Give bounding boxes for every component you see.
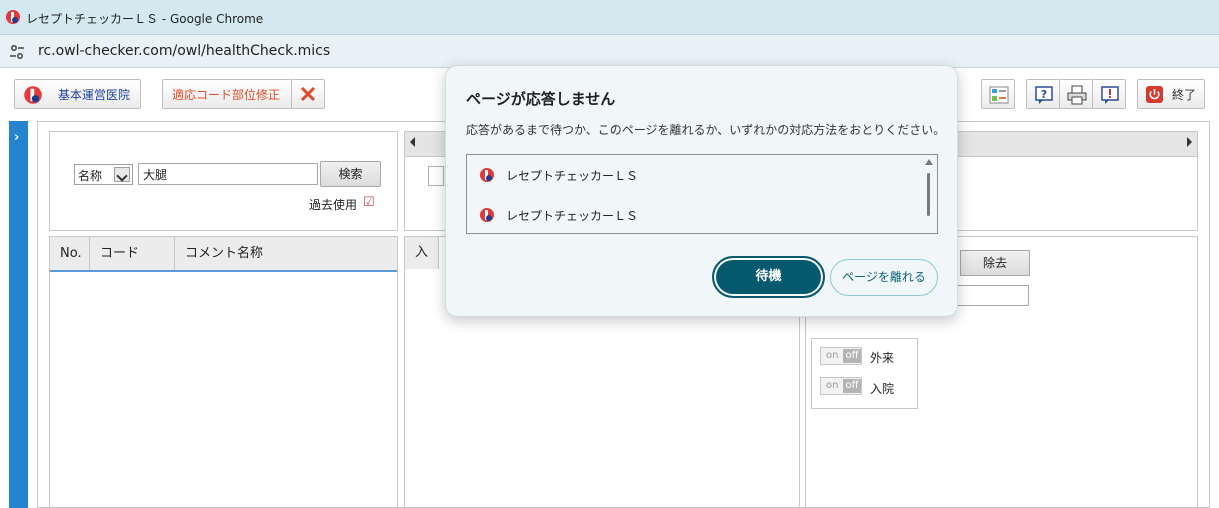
window-title: レセプトチェッカーＬＳ - Google Chrome [26,12,264,26]
close-icon [300,86,316,106]
url-text[interactable]: rc.owl-checker.com/owl/healthCheck.mics [38,43,330,59]
page-name: レセプトチェッカーＬＳ [506,169,639,183]
page-name: レセプトチェッカーＬＳ [506,209,639,223]
vertical-scrollbar[interactable] [923,157,935,231]
app-logo-icon [479,167,495,187]
chevron-down-icon [114,167,130,182]
dialog-title: ページが応答しません [466,90,616,108]
toggle-off-text: off [843,349,861,363]
column-header-comment-name[interactable]: コメント名称 [175,237,397,270]
power-icon [1146,86,1163,107]
browser-title-bar: レセプトチェッカーＬＳ - Google Chrome [0,0,1219,35]
past-use-checkbox[interactable]: 過去使用 ☑ [309,195,375,213]
wait-button[interactable]: 待機 [712,256,825,298]
outpatient-toggle[interactable]: on off [820,347,862,365]
middle-header-cell: 入 [405,237,439,269]
printer-icon [1067,85,1087,109]
column-header-no[interactable]: No. [50,237,90,270]
middle-input[interactable] [428,166,444,186]
app-logo-icon [479,207,495,227]
remove-button[interactable]: 除去 [960,250,1030,276]
toggle-on-text: on [826,350,839,361]
search-input[interactable] [138,163,318,185]
search-field-select[interactable]: 名称 [74,164,133,185]
clear-button[interactable] [291,79,325,109]
right-input[interactable] [955,285,1029,306]
unresponsive-pages-list: レセプトチェッカーＬＳ レセプトチェッカーＬＳ [466,154,938,234]
dialog-message: 応答があるまで待つか、このページを離れるか、いずれかの対応方法をおとりください。 [466,123,946,137]
inpatient-label: 入院 [870,382,895,396]
print-button[interactable] [1059,79,1093,109]
scroll-thumb[interactable] [927,173,930,216]
inpatient-toggle[interactable]: on off [820,377,862,395]
search-field-value: 名称 [78,169,103,183]
fix-code-label: 適応コード部位修正 [172,88,281,102]
exit-button[interactable]: 終了 [1137,79,1205,109]
scroll-up-icon[interactable] [925,159,933,165]
help-button[interactable]: ? [1026,79,1060,109]
toggle-off-text: off [843,379,861,393]
comment-table: No. コード コメント名称 [49,236,398,508]
past-use-label: 過去使用 [309,198,358,212]
toggle-group: on off 外来 on off 入院 [811,338,918,409]
outpatient-label: 外来 [870,351,895,365]
id-card-icon [989,85,1009,109]
search-button[interactable]: 検索 [320,161,381,187]
patient-card-button[interactable] [981,79,1015,109]
alert-button[interactable] [1092,79,1126,109]
checkmark-icon: ☑ [363,195,375,210]
chevron-right-icon: › [14,130,20,145]
clinic-logo-icon [23,85,43,109]
fix-code-button[interactable]: 適応コード部位修正 [162,79,292,109]
scroll-right-icon[interactable] [1187,137,1192,147]
alert-icon [1100,85,1120,109]
leave-page-button[interactable]: ページを離れる [830,259,938,296]
clinic-label: 基本運営医院 [58,88,131,102]
exit-label: 終了 [1172,88,1197,102]
site-settings-icon[interactable] [9,44,25,64]
app-logo-icon [5,9,21,29]
sidebar-toggle[interactable]: › [9,121,28,508]
toggle-on-text: on [826,380,839,391]
help-icon: ? [1034,85,1054,109]
column-header-code[interactable]: コード [90,237,175,270]
clinic-button[interactable]: 基本運営医院 [14,79,141,109]
svg-text:?: ? [1041,88,1047,101]
table-header: No. コード コメント名称 [50,237,397,272]
address-bar: rc.owl-checker.com/owl/healthCheck.mics [0,35,1219,68]
page-unresponsive-dialog: ページが応答しません 応答があるまで待つか、このページを離れるか、いずれかの対応… [445,65,958,317]
scroll-left-icon[interactable] [410,137,415,147]
